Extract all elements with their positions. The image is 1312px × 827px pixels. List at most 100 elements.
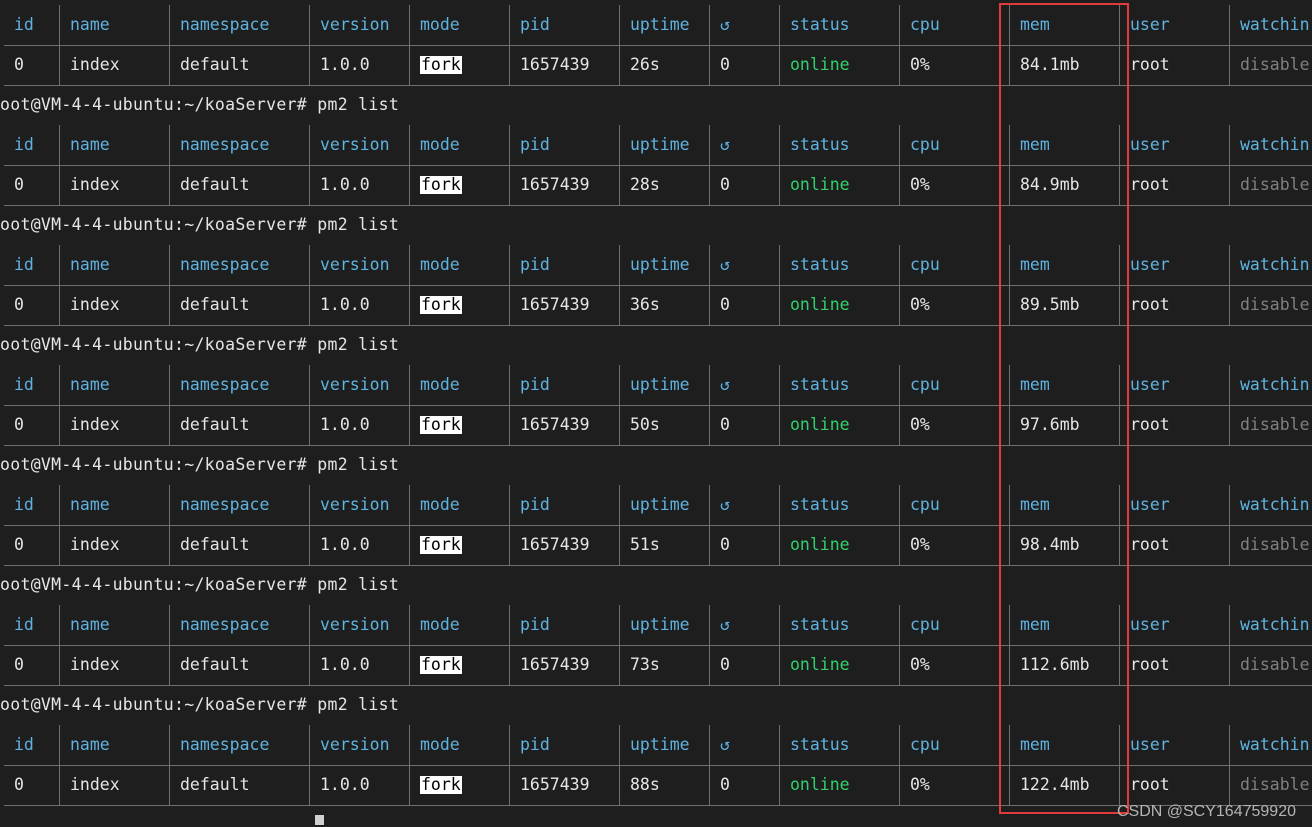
column-header-pid: pid bbox=[520, 135, 550, 154]
cell-watching: disable bbox=[1240, 415, 1310, 434]
cell-id: 0 bbox=[14, 295, 24, 314]
table-column-divider bbox=[169, 525, 170, 565]
table-column-divider bbox=[1229, 125, 1230, 165]
cell-version: 1.0.0 bbox=[320, 295, 370, 314]
cell-cpu: 0% bbox=[910, 655, 930, 674]
cell-watching: disable bbox=[1240, 175, 1310, 194]
column-header-version: version bbox=[320, 255, 390, 274]
cell-namespace: default bbox=[180, 175, 250, 194]
table-column-divider bbox=[1229, 5, 1230, 45]
table-column-divider bbox=[169, 5, 170, 45]
cell-watching: disable bbox=[1240, 55, 1310, 74]
column-header-mode: mode bbox=[420, 255, 460, 274]
table-column-divider bbox=[1229, 245, 1230, 285]
cell-namespace: default bbox=[180, 535, 250, 554]
column-header-mem: mem bbox=[1020, 615, 1050, 634]
cell-restarts: 0 bbox=[720, 415, 730, 434]
table-column-divider bbox=[509, 45, 510, 85]
cell-uptime: 28s bbox=[630, 175, 660, 194]
table-column-divider bbox=[899, 605, 900, 645]
table-column-divider bbox=[1119, 485, 1120, 525]
cell-status: online bbox=[790, 175, 850, 194]
column-header-user: user bbox=[1130, 735, 1170, 754]
table-column-divider bbox=[619, 605, 620, 645]
table-row: 0 index default 1.0.0 fork 1657439 50s 0 online 0… bbox=[0, 405, 1312, 445]
terminal-window[interactable]: id name namespace version mode pid uptime ↺ stat… bbox=[0, 0, 1312, 827]
cell-status: online bbox=[790, 655, 850, 674]
mode-badge: fork bbox=[420, 415, 462, 434]
column-header-id: id bbox=[14, 255, 34, 274]
table-column-divider bbox=[779, 725, 780, 765]
table-column-divider bbox=[1119, 605, 1120, 645]
table-column-divider bbox=[899, 365, 900, 405]
column-header-mode: mode bbox=[420, 615, 460, 634]
table-column-divider bbox=[779, 165, 780, 205]
shell-prompt-line: oot@VM-4-4-ubuntu:~/koaServer# pm2 list bbox=[0, 575, 400, 594]
table-column-divider bbox=[409, 605, 410, 645]
column-header-watching: watchin bbox=[1240, 375, 1310, 394]
cell-mode: fork bbox=[410, 285, 510, 325]
table-column-divider bbox=[169, 485, 170, 525]
table-column-divider bbox=[169, 405, 170, 445]
cell-namespace: default bbox=[180, 415, 250, 434]
table-column-divider bbox=[899, 405, 900, 445]
table-column-divider bbox=[59, 5, 60, 45]
column-header-mode: mode bbox=[420, 375, 460, 394]
table-column-divider bbox=[169, 765, 170, 805]
table-column-divider bbox=[409, 5, 410, 45]
column-header-status: status bbox=[790, 735, 850, 754]
table-column-divider bbox=[899, 5, 900, 45]
terminal-cursor bbox=[315, 815, 324, 825]
table-column-divider bbox=[59, 405, 60, 445]
table-column-divider bbox=[309, 285, 310, 325]
column-header-pid: pid bbox=[520, 615, 550, 634]
table-column-divider bbox=[779, 405, 780, 445]
column-header-mem: mem bbox=[1020, 735, 1050, 754]
cell-id: 0 bbox=[14, 775, 24, 794]
table-column-divider bbox=[619, 245, 620, 285]
column-header-mode: mode bbox=[420, 135, 460, 154]
cell-status: online bbox=[790, 295, 850, 314]
table-column-divider bbox=[309, 605, 310, 645]
mode-badge: fork bbox=[420, 55, 462, 74]
cell-name: index bbox=[70, 295, 120, 314]
table-column-divider bbox=[619, 765, 620, 805]
column-header-user: user bbox=[1130, 15, 1170, 34]
table-column-divider bbox=[509, 365, 510, 405]
cell-user: root bbox=[1130, 55, 1170, 74]
cell-mode: fork bbox=[410, 525, 510, 565]
table-column-divider bbox=[619, 45, 620, 85]
table-column-divider bbox=[1119, 725, 1120, 765]
cell-name: index bbox=[70, 55, 120, 74]
cell-pid: 1657439 bbox=[520, 55, 590, 74]
table-column-divider bbox=[509, 605, 510, 645]
table-column-divider bbox=[899, 765, 900, 805]
table-column-divider bbox=[899, 165, 900, 205]
table-column-divider bbox=[1119, 285, 1120, 325]
column-header-restarts: ↺ bbox=[720, 375, 730, 394]
column-header-cpu: cpu bbox=[910, 375, 940, 394]
column-header-namespace: namespace bbox=[180, 495, 270, 514]
table-column-divider bbox=[59, 645, 60, 685]
table-column-divider bbox=[1009, 605, 1010, 645]
table-column-divider bbox=[409, 125, 410, 165]
cell-version: 1.0.0 bbox=[320, 775, 370, 794]
table-column-divider bbox=[1229, 45, 1230, 85]
table-column-divider bbox=[169, 645, 170, 685]
column-header-version: version bbox=[320, 375, 390, 394]
table-column-divider bbox=[169, 125, 170, 165]
table-column-divider bbox=[169, 365, 170, 405]
column-header-namespace: namespace bbox=[180, 255, 270, 274]
mode-badge: fork bbox=[420, 775, 462, 794]
cell-mem: 98.4mb bbox=[1020, 535, 1080, 554]
cell-name: index bbox=[70, 655, 120, 674]
table-column-divider bbox=[1119, 365, 1120, 405]
table-column-divider bbox=[619, 125, 620, 165]
table-column-divider bbox=[1009, 485, 1010, 525]
table-column-divider bbox=[619, 165, 620, 205]
cell-watching: disable bbox=[1240, 535, 1310, 554]
table-row: 0 index default 1.0.0 fork 1657439 51s 0 online 0… bbox=[0, 525, 1312, 565]
cell-namespace: default bbox=[180, 775, 250, 794]
cell-mode: fork bbox=[410, 405, 510, 445]
cell-mem: 97.6mb bbox=[1020, 415, 1080, 434]
